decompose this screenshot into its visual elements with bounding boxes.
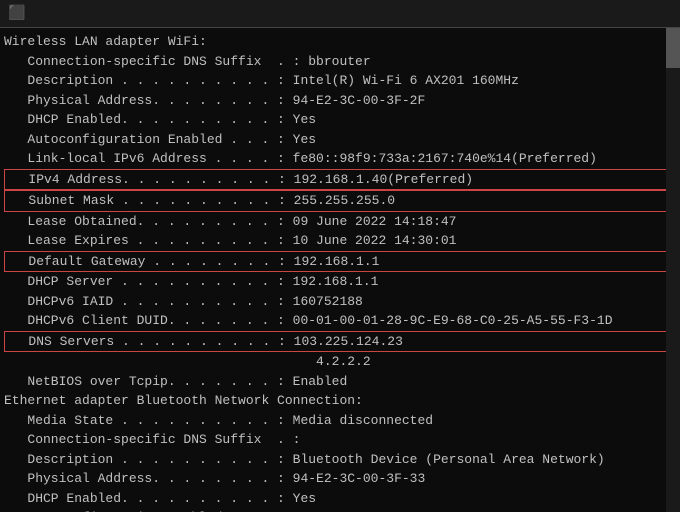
terminal-line: 4.2.2.2 (4, 352, 672, 372)
terminal-line: NetBIOS over Tcpip. . . . . . . : Enable… (4, 372, 672, 392)
terminal-line: Wireless LAN adapter WiFi: (4, 32, 672, 52)
cmd-icon: ⬛ (8, 5, 25, 22)
terminal-line: DHCPv6 Client DUID. . . . . . . : 00-01-… (4, 311, 672, 331)
terminal-line: Description . . . . . . . . . . : Intel(… (4, 71, 672, 91)
terminal-line: Autoconfiguration Enabled . . . : Yes (4, 508, 672, 512)
terminal-line: Connection-specific DNS Suffix . : (4, 430, 672, 450)
titlebar-controls (548, 3, 672, 25)
terminal-line: Default Gateway . . . . . . . . : 192.16… (4, 251, 672, 273)
terminal-line: Physical Address. . . . . . . . : 94-E2-… (4, 469, 672, 489)
scrollbar[interactable] (666, 28, 680, 512)
terminal-line: IPv4 Address. . . . . . . . . . : 192.16… (4, 169, 672, 191)
terminal-line: Description . . . . . . . . . . : Blueto… (4, 450, 672, 470)
maximize-button[interactable] (590, 3, 630, 25)
terminal-line: DNS Servers . . . . . . . . . . : 103.22… (4, 331, 672, 353)
close-button[interactable] (632, 3, 672, 25)
terminal-content: Wireless LAN adapter WiFi: Connection-sp… (4, 32, 672, 512)
scrollbar-thumb[interactable] (666, 28, 680, 68)
terminal-line: Ethernet adapter Bluetooth Network Conne… (4, 391, 672, 411)
terminal-line: Lease Expires . . . . . . . . . : 10 Jun… (4, 231, 672, 251)
terminal-line: Subnet Mask . . . . . . . . . . : 255.25… (4, 190, 672, 212)
terminal-line: DHCP Server . . . . . . . . . . : 192.16… (4, 272, 672, 292)
minimize-button[interactable] (548, 3, 588, 25)
titlebar: ⬛ (0, 0, 680, 28)
terminal-line: Media State . . . . . . . . . . : Media … (4, 411, 672, 431)
terminal-line: Physical Address. . . . . . . . : 94-E2-… (4, 91, 672, 111)
terminal-line: DHCP Enabled. . . . . . . . . . : Yes (4, 110, 672, 130)
terminal-window: Wireless LAN adapter WiFi: Connection-sp… (0, 28, 680, 512)
titlebar-left: ⬛ (8, 5, 31, 22)
terminal-line: Autoconfiguration Enabled . . . : Yes (4, 130, 672, 150)
terminal-line: Link-local IPv6 Address . . . . : fe80::… (4, 149, 672, 169)
terminal-line: DHCPv6 IAID . . . . . . . . . . : 160752… (4, 292, 672, 312)
terminal-line: Lease Obtained. . . . . . . . . : 09 Jun… (4, 212, 672, 232)
terminal-line: DHCP Enabled. . . . . . . . . . : Yes (4, 489, 672, 509)
terminal-line: Connection-specific DNS Suffix . : bbrou… (4, 52, 672, 72)
